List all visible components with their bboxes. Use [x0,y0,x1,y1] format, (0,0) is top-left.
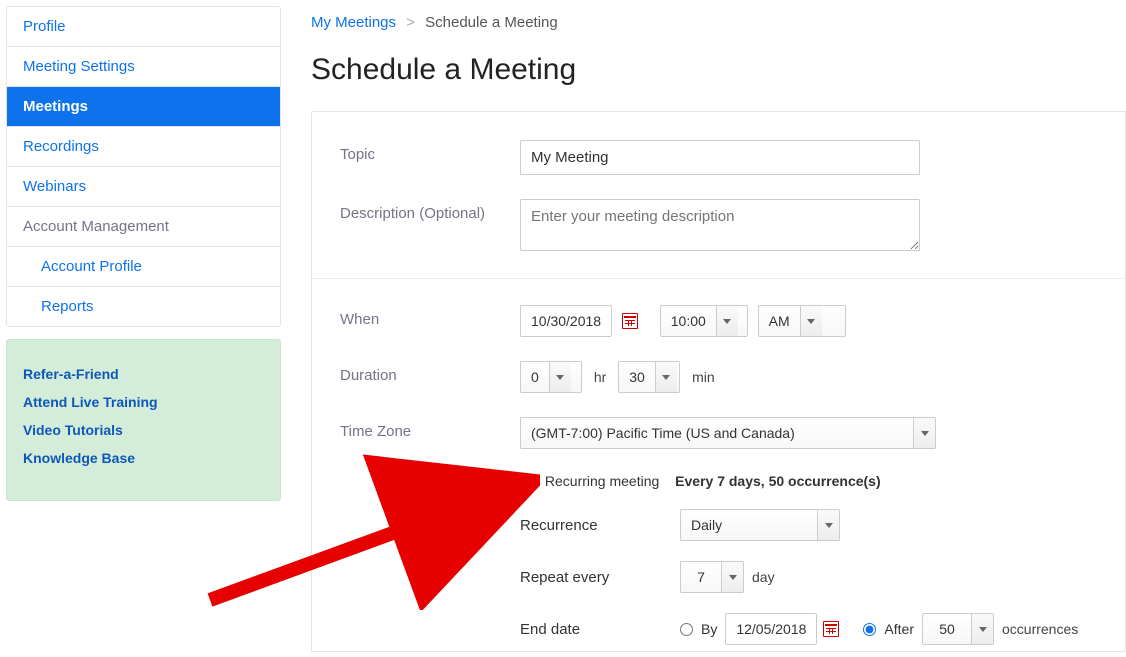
sidebar-group-account-management: Account Management [7,207,280,247]
help-link-training[interactable]: Attend Live Training [23,388,264,416]
label-timezone: Time Zone [340,417,520,440]
hr-unit: hr [594,369,606,385]
when-date-input[interactable]: 10/30/2018 [520,305,612,337]
label-when: When [340,305,520,328]
when-ampm-select[interactable]: AM [758,305,846,337]
end-after-option[interactable]: After [863,621,914,637]
help-link-tutorials[interactable]: Video Tutorials [23,416,264,444]
label-recurrence: Recurrence [520,517,680,534]
end-by-label: By [701,621,717,637]
end-by-date-input[interactable]: 12/05/2018 [725,613,817,645]
recurring-checkbox-label[interactable]: Recurring meeting [520,473,663,489]
recurring-summary: Every 7 days, 50 occurrence(s) [675,473,880,489]
breadcrumb-current: Schedule a Meeting [425,14,558,31]
label-end-date: End date [520,621,680,638]
duration-hr-select[interactable]: 0 [520,361,582,393]
topic-input[interactable] [520,140,920,175]
duration-min-select[interactable]: 30 [618,361,680,393]
sidebar-item-reports[interactable]: Reports [7,287,280,326]
timezone-select[interactable]: (GMT-7:00) Pacific Time (US and Canada) [520,417,936,449]
sidebar-item-recordings[interactable]: Recordings [7,127,280,167]
end-after-unit: occurrences [1002,621,1078,637]
page-title: Schedule a Meeting [311,53,1126,87]
recurring-text: Recurring meeting [545,473,659,489]
end-after-label: After [884,621,914,637]
recurrence-select[interactable]: Daily [680,509,840,541]
sidebar-item-meetings[interactable]: Meetings [7,87,280,127]
end-after-radio[interactable] [863,623,876,636]
label-description: Description (Optional) [340,199,520,222]
help-link-knowledge-base[interactable]: Knowledge Base [23,444,264,472]
label-duration: Duration [340,361,520,384]
label-topic: Topic [340,140,520,163]
min-unit: min [692,369,715,385]
sidebar-item-webinars[interactable]: Webinars [7,167,280,207]
breadcrumb: My Meetings > Schedule a Meeting [311,6,1126,35]
description-input[interactable] [520,199,920,251]
end-by-option[interactable]: By [680,621,717,637]
label-repeat: Repeat every [520,569,680,586]
help-panel: Refer-a-Friend Attend Live Training Vide… [6,339,281,501]
breadcrumb-sep: > [406,14,415,31]
sidebar-item-account-profile[interactable]: Account Profile [7,247,280,287]
sidebar-item-meeting-settings[interactable]: Meeting Settings [7,47,280,87]
form-panel: Topic Description (Optional) When 10/30/… [311,111,1126,652]
calendar-icon[interactable] [622,313,638,329]
breadcrumb-parent[interactable]: My Meetings [311,14,396,31]
sidebar-nav: Profile Meeting Settings Meetings Record… [6,6,281,327]
when-time-select[interactable]: 10:00 [660,305,748,337]
end-by-radio[interactable] [680,623,693,636]
repeat-unit: day [752,569,775,585]
end-after-value-select[interactable]: 50 [922,613,994,645]
help-link-refer[interactable]: Refer-a-Friend [23,360,264,388]
sidebar-item-profile[interactable]: Profile [7,7,280,47]
repeat-value-select[interactable]: 7 [680,561,744,593]
recurring-checkbox[interactable] [520,476,533,489]
calendar-icon[interactable] [823,621,839,637]
